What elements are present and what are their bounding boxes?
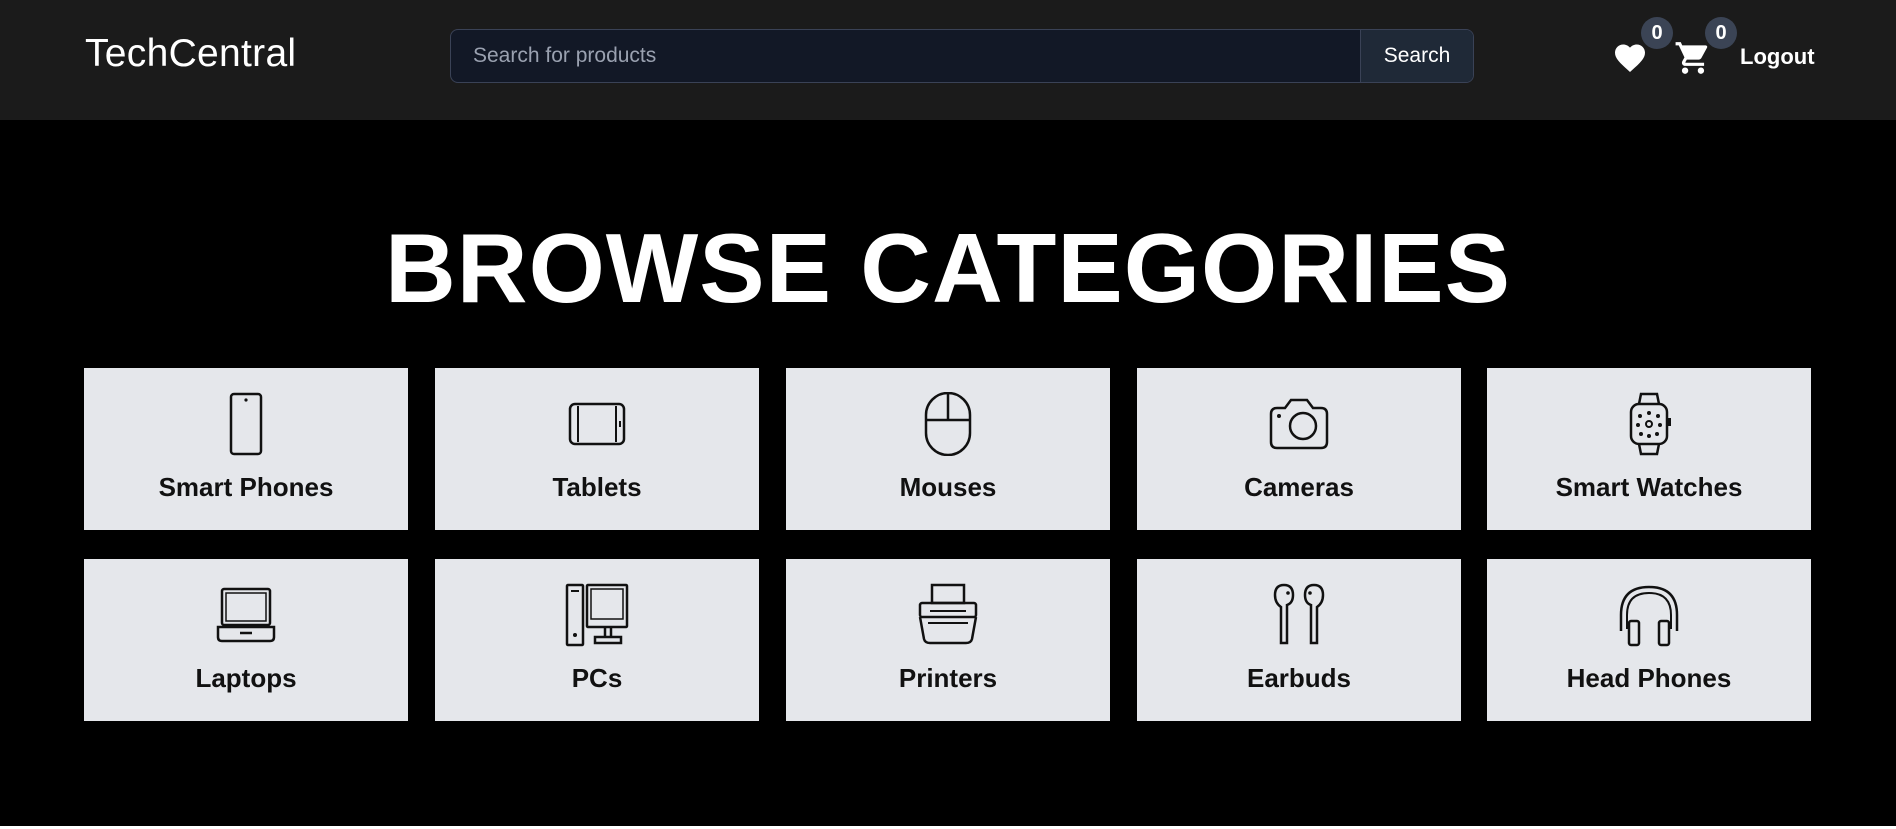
laptop-icon	[216, 587, 276, 643]
category-label: Printers	[898, 663, 998, 693]
category-label: PCs	[571, 663, 623, 693]
category-label: Earbuds	[1246, 663, 1352, 693]
brand-logo[interactable]: TechCentral	[85, 32, 296, 76]
cart-count-badge: 0	[1705, 17, 1737, 49]
search-bar: Search	[450, 29, 1474, 83]
category-card-pcs[interactable]: PCs	[435, 559, 759, 721]
category-card-printers[interactable]: Printers	[786, 559, 1110, 721]
wishlist-button[interactable]	[1610, 38, 1650, 78]
cart-button[interactable]	[1673, 38, 1713, 78]
top-navbar: TechCentral Search 0 0 Logout	[0, 0, 1896, 120]
smartphone-icon	[229, 392, 263, 456]
page: TechCentral Search 0 0 Logout BROWSE CAT…	[0, 0, 1896, 826]
category-label: Cameras	[1244, 472, 1354, 502]
category-card-earbuds[interactable]: Earbuds	[1137, 559, 1461, 721]
logout-link[interactable]: Logout	[1740, 44, 1815, 70]
category-card-smart-phones[interactable]: Smart Phones	[84, 368, 408, 530]
cart-icon	[1675, 42, 1708, 74]
search-input[interactable]	[451, 30, 1361, 82]
category-label: Smart Watches	[1555, 472, 1743, 502]
heart-icon	[1615, 44, 1645, 73]
smartwatch-icon	[1629, 392, 1671, 456]
category-label: Smart Phones	[158, 472, 334, 502]
category-card-tablets[interactable]: Tablets	[435, 368, 759, 530]
desktop-pc-icon	[565, 583, 629, 647]
page-title: BROWSE CATEGORIES	[385, 213, 1511, 323]
camera-icon	[1269, 398, 1329, 450]
headphones-icon	[1619, 585, 1679, 647]
category-label: Laptops	[195, 663, 297, 693]
category-label: Tablets	[552, 472, 642, 502]
category-card-head-phones[interactable]: Head Phones	[1487, 559, 1811, 721]
category-card-smart-watches[interactable]: Smart Watches	[1487, 368, 1811, 530]
category-card-cameras[interactable]: Cameras	[1137, 368, 1461, 530]
category-card-laptops[interactable]: Laptops	[84, 559, 408, 721]
earbuds-icon	[1273, 583, 1325, 645]
category-label: Mouses	[899, 472, 997, 502]
tablet-icon	[568, 402, 626, 446]
search-button[interactable]: Search	[1360, 30, 1473, 82]
category-label: Head Phones	[1566, 663, 1732, 693]
category-card-mouses[interactable]: Mouses	[786, 368, 1110, 530]
mouse-icon	[924, 392, 972, 456]
printer-icon	[918, 583, 978, 645]
wishlist-count-badge: 0	[1641, 17, 1673, 49]
